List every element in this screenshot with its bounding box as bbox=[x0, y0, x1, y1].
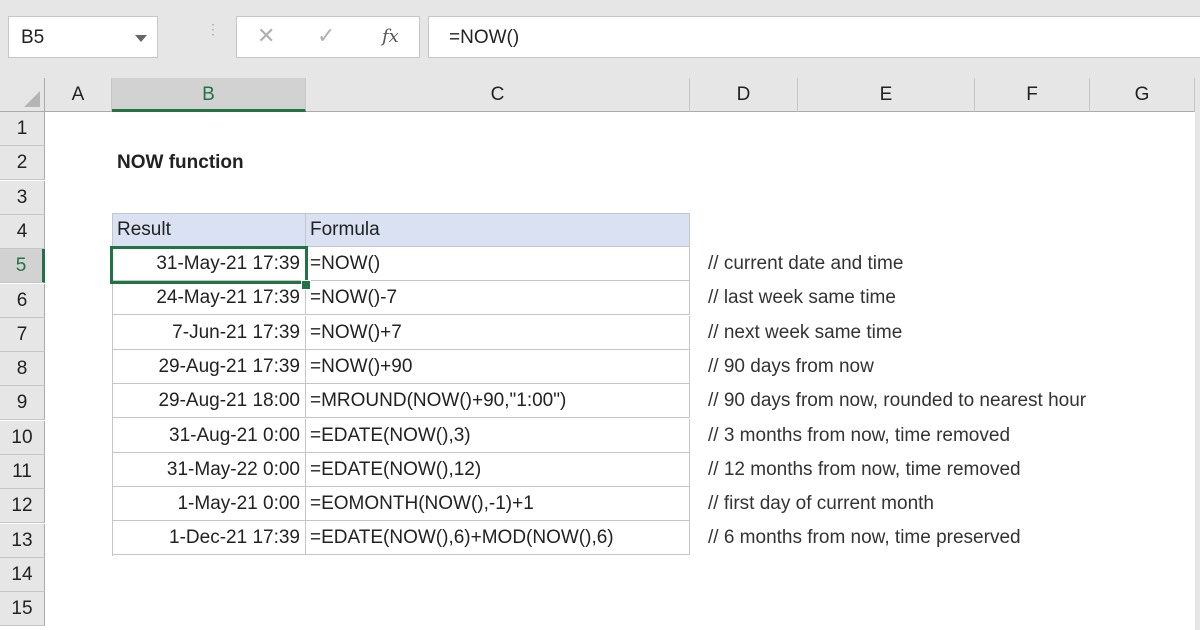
formula-cell[interactable]: =EDATE(NOW(),12) bbox=[306, 452, 690, 487]
row-header-12[interactable]: 12 bbox=[0, 489, 45, 524]
result-cell[interactable]: 29-Aug-21 18:00 bbox=[112, 384, 306, 419]
row-header-3[interactable]: 3 bbox=[0, 180, 45, 215]
row-header-1[interactable]: 1 bbox=[0, 112, 45, 146]
comment-cell[interactable]: // 3 months from now, time removed bbox=[708, 419, 1010, 453]
cancel-icon[interactable]: ✕ bbox=[257, 23, 275, 49]
header-result[interactable]: Result bbox=[112, 213, 306, 247]
formula-bar[interactable]: =NOW() bbox=[428, 16, 1200, 58]
column-header-e[interactable]: E bbox=[798, 78, 975, 112]
comment-cell[interactable]: // 12 months from now, time removed bbox=[708, 453, 1021, 487]
scrollbar[interactable] bbox=[1195, 78, 1200, 630]
row-header-14[interactable]: 14 bbox=[0, 557, 45, 592]
select-all-button[interactable] bbox=[0, 78, 45, 112]
sheet-title: NOW function bbox=[117, 152, 244, 173]
active-cell-indicator bbox=[110, 246, 308, 284]
formula-cell[interactable]: =NOW()-7 bbox=[306, 281, 690, 316]
row-header-6[interactable]: 6 bbox=[0, 283, 45, 318]
row-header-4[interactable]: 4 bbox=[0, 214, 45, 249]
formula-cell[interactable]: =EDATE(NOW(),3) bbox=[306, 418, 690, 453]
formula-cell[interactable]: =NOW()+90 bbox=[306, 349, 690, 384]
result-cell[interactable]: 1-Dec-21 17:39 bbox=[112, 521, 306, 556]
header-formula[interactable]: Formula bbox=[306, 213, 690, 247]
formula-actions: ✕ ✓ fx bbox=[236, 16, 420, 58]
formula-bar-value: =NOW() bbox=[449, 27, 520, 48]
confirm-icon[interactable]: ✓ bbox=[317, 23, 335, 49]
insert-function-icon[interactable]: fx bbox=[382, 26, 399, 47]
formula-cell[interactable]: =NOW()+7 bbox=[306, 315, 690, 350]
comment-cell[interactable]: // first day of current month bbox=[708, 487, 934, 521]
formula-cell[interactable]: =EDATE(NOW(),6)+MOD(NOW(),6) bbox=[306, 521, 690, 556]
formula-cell[interactable]: =MROUND(NOW()+90,"1:00") bbox=[306, 384, 690, 419]
result-cell[interactable]: 24-May-21 17:39 bbox=[112, 281, 306, 316]
column-header-f[interactable]: F bbox=[975, 78, 1090, 112]
result-cell[interactable]: 1-May-21 0:00 bbox=[112, 487, 306, 522]
drag-handle-icon[interactable]: ⋮ bbox=[206, 22, 220, 48]
result-cell[interactable]: 7-Jun-21 17:39 bbox=[112, 315, 306, 350]
chevron-down-icon[interactable] bbox=[135, 35, 147, 42]
formula-cell[interactable]: =NOW() bbox=[306, 247, 690, 281]
comment-cell[interactable]: // 90 days from now bbox=[708, 350, 874, 384]
column-header-b[interactable]: B bbox=[112, 78, 306, 112]
row-header-5[interactable]: 5 bbox=[0, 249, 45, 284]
result-cell[interactable]: 31-Aug-21 0:00 bbox=[112, 418, 306, 453]
row-header-8[interactable]: 8 bbox=[0, 352, 45, 387]
column-header-a[interactable]: A bbox=[45, 78, 112, 112]
row-header-9[interactable]: 9 bbox=[0, 386, 45, 421]
fill-handle[interactable] bbox=[301, 280, 311, 290]
comment-cell[interactable]: // current date and time bbox=[708, 247, 903, 281]
result-cell[interactable]: 29-Aug-21 17:39 bbox=[112, 349, 306, 384]
row-header-11[interactable]: 11 bbox=[0, 455, 45, 489]
column-header-d[interactable]: D bbox=[690, 78, 798, 112]
select-all-icon bbox=[24, 91, 40, 107]
name-box[interactable]: B5 bbox=[8, 16, 158, 58]
row-header-7[interactable]: 7 bbox=[0, 317, 45, 352]
column-header-g[interactable]: G bbox=[1090, 78, 1195, 112]
row-header-2[interactable]: 2 bbox=[0, 146, 45, 181]
column-header-c[interactable]: C bbox=[306, 78, 690, 112]
result-cell[interactable]: 31-May-22 0:00 bbox=[112, 452, 306, 487]
name-box-value: B5 bbox=[21, 27, 45, 48]
formula-cell[interactable]: =EOMONTH(NOW(),-1)+1 bbox=[306, 487, 690, 522]
comment-cell[interactable]: // last week same time bbox=[708, 281, 896, 315]
comment-cell[interactable]: // 90 days from now, rounded to nearest … bbox=[708, 384, 1086, 418]
row-header-10[interactable]: 10 bbox=[0, 420, 45, 455]
row-header-15[interactable]: 15 bbox=[0, 592, 45, 627]
formula-toolbar: B5 ⋮ ✕ ✓ fx =NOW() bbox=[0, 0, 1200, 78]
row-header-13[interactable]: 13 bbox=[0, 523, 45, 558]
comment-cell[interactable]: // next week same time bbox=[708, 316, 902, 350]
comment-cell[interactable]: // 6 months from now, time preserved bbox=[708, 521, 1021, 555]
